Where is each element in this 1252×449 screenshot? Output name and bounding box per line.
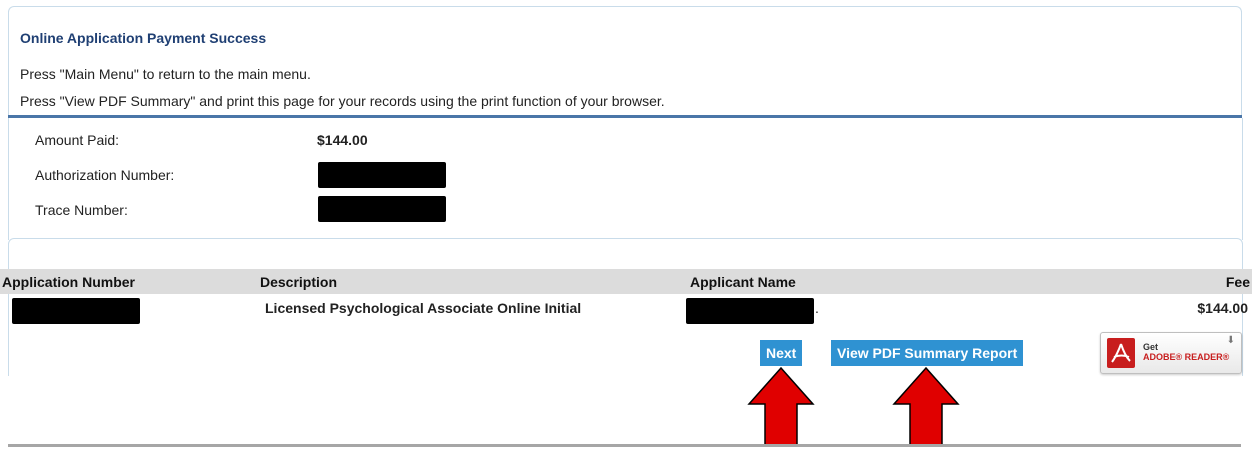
col-applicant-name: Applicant Name [690,274,796,290]
page-title: Online Application Payment Success [20,30,267,46]
authorization-number-label: Authorization Number: [35,167,175,183]
footer-divider [8,444,1241,447]
payment-details: Amount Paid: $144.00 Authorization Numbe… [8,118,1243,240]
red-up-arrow-icon [892,366,960,446]
col-description: Description [260,274,338,290]
adobe-reader-icon [1107,338,1135,368]
applicant-name-redaction [686,298,814,324]
trace-number-redaction [318,196,446,222]
payment-success-panel: Online Application Payment Success Press… [8,6,1242,117]
row-description: Licensed Psychological Associate Online … [265,300,582,316]
pdf-summary-instruction: Press "View PDF Summary" and print this … [20,93,665,109]
download-arrow-icon: ⬇ [1226,335,1235,346]
application-number-redaction [12,298,140,324]
view-pdf-summary-button[interactable]: View PDF Summary Report [831,340,1024,366]
next-button[interactable]: Next [760,340,803,366]
amount-paid-label: Amount Paid: [35,132,120,148]
applicant-name-suffix: . [815,300,819,316]
red-up-arrow-icon [747,366,815,446]
application-table-box [8,238,1243,376]
amount-paid-value: $144.00 [317,132,368,148]
get-adobe-reader-badge[interactable]: Get ADOBE® READER® ⬇ [1100,332,1242,374]
adobe-reader-text: ADOBE® READER® [1143,352,1230,362]
adobe-get-text: Get [1143,342,1159,352]
main-menu-instruction: Press "Main Menu" to return to the main … [20,66,311,82]
col-fee: Fee [1225,274,1250,290]
authorization-number-redaction [318,162,446,188]
trace-number-label: Trace Number: [35,202,128,218]
row-fee: $144.00 [1197,300,1248,316]
table-header: Application Number Description Applicant… [0,269,1252,294]
col-application-number: Application Number [2,274,136,290]
